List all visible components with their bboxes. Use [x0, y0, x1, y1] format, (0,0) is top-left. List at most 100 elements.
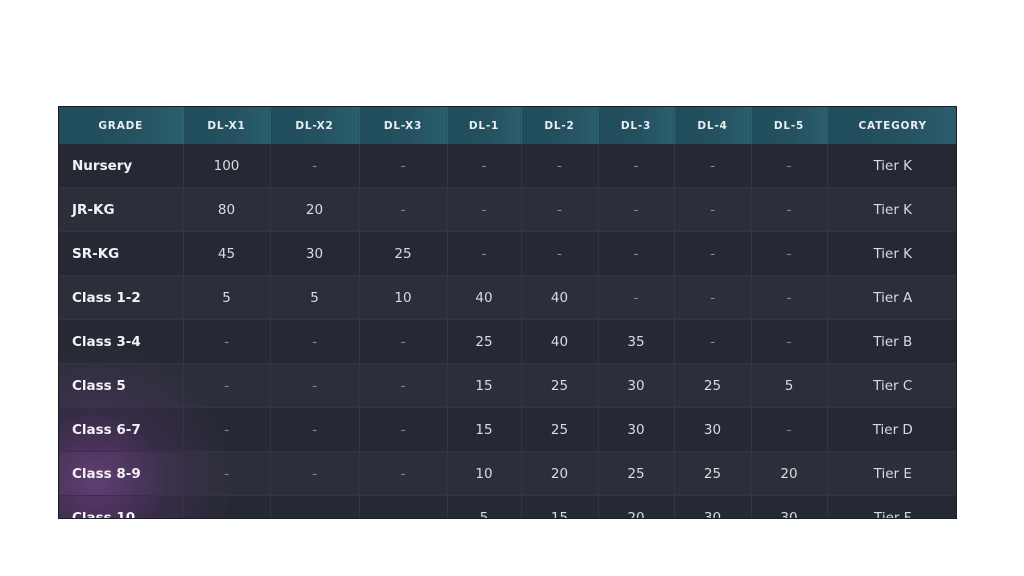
- value-cell: -: [270, 363, 360, 408]
- value-cell: -: [359, 144, 448, 188]
- value-cell: -: [359, 451, 448, 496]
- value-cell: 30: [751, 495, 828, 518]
- value-cell: 15: [447, 363, 522, 408]
- header-cell: DL-X1: [183, 107, 271, 144]
- value-cell: -: [183, 407, 271, 452]
- header-cell: DL-5: [751, 107, 828, 144]
- value-cell: -: [183, 495, 271, 518]
- value-cell: 40: [447, 275, 522, 320]
- value-cell: 80: [183, 187, 271, 232]
- value-cell: -: [598, 187, 675, 232]
- value-cell: 15: [521, 495, 599, 518]
- header-cell: DL-3: [598, 107, 675, 144]
- value-cell: 35: [598, 319, 675, 364]
- category-cell: Tier B: [827, 319, 956, 364]
- header-cell: DL-1: [447, 107, 522, 144]
- value-cell: -: [270, 144, 360, 188]
- value-cell: -: [751, 144, 828, 188]
- value-cell: 40: [521, 319, 599, 364]
- value-cell: -: [359, 495, 448, 518]
- value-cell: 25: [674, 363, 752, 408]
- value-cell: 20: [521, 451, 599, 496]
- grade-distribution-table: GRADE DL-X1 DL-X2 DL-X3 DL-1 DL-2 DL-3 D…: [58, 106, 957, 519]
- value-cell: 45: [183, 231, 271, 276]
- value-cell: 15: [447, 407, 522, 452]
- grade-cell: Class 6-7: [59, 407, 184, 452]
- table-row: Class 10- - -5 15 20 30 30 Tier F: [59, 495, 956, 518]
- value-cell: 25: [359, 231, 448, 276]
- value-cell: 30: [270, 231, 360, 276]
- value-cell: -: [183, 319, 271, 364]
- value-cell: -: [447, 144, 522, 188]
- value-cell: -: [674, 231, 752, 276]
- value-cell: -: [521, 231, 599, 276]
- value-cell: -: [751, 187, 828, 232]
- value-cell: 10: [447, 451, 522, 496]
- value-cell: 20: [270, 187, 360, 232]
- header-cell: DL-4: [674, 107, 752, 144]
- value-cell: -: [270, 495, 360, 518]
- value-cell: -: [674, 319, 752, 364]
- value-cell: -: [598, 144, 675, 188]
- table-row: Class 1-2 5 5 10 40 40- - - Tier A: [59, 275, 956, 320]
- value-cell: 10: [359, 275, 448, 320]
- value-cell: 20: [598, 495, 675, 518]
- value-cell: -: [447, 187, 522, 232]
- category-cell: Tier K: [827, 231, 956, 276]
- grade-cell: Class 10: [59, 495, 184, 518]
- value-cell: -: [598, 275, 675, 320]
- value-cell: 25: [521, 363, 599, 408]
- value-cell: 20: [751, 451, 828, 496]
- value-cell: 25: [598, 451, 675, 496]
- value-cell: -: [270, 451, 360, 496]
- table-header-row: GRADE DL-X1 DL-X2 DL-X3 DL-1 DL-2 DL-3 D…: [59, 107, 956, 144]
- grade-cell: Class 8-9: [59, 451, 184, 496]
- value-cell: -: [674, 144, 752, 188]
- header-cell: DL-2: [521, 107, 599, 144]
- value-cell: -: [359, 187, 448, 232]
- grade-cell: Class 1-2: [59, 275, 184, 320]
- value-cell: 5: [751, 363, 828, 408]
- category-cell: Tier K: [827, 144, 956, 188]
- table-row: Class 5- - -15 25 30 25 5 Tier C: [59, 363, 956, 408]
- grade-cell: JR-KG: [59, 187, 184, 232]
- table-row: SR-KG 45 30 25- - - - - Tier K: [59, 231, 956, 276]
- value-cell: -: [598, 231, 675, 276]
- value-cell: -: [270, 319, 360, 364]
- grade-cell: Class 5: [59, 363, 184, 408]
- value-cell: 30: [674, 407, 752, 452]
- header-cell: GRADE: [59, 107, 184, 144]
- table-row: JR-KG 80 20- - - - - - Tier K: [59, 187, 956, 232]
- category-cell: Tier C: [827, 363, 956, 408]
- value-cell: -: [359, 363, 448, 408]
- value-cell: -: [359, 319, 448, 364]
- grade-cell: Nursery: [59, 144, 184, 188]
- value-cell: -: [751, 231, 828, 276]
- value-cell: 25: [674, 451, 752, 496]
- category-cell: Tier E: [827, 451, 956, 496]
- value-cell: -: [359, 407, 448, 452]
- value-cell: -: [183, 363, 271, 408]
- table-row: Class 8-9- - -10 20 25 25 20 Tier E: [59, 451, 956, 496]
- category-cell: Tier K: [827, 187, 956, 232]
- header-cell: DL-X2: [270, 107, 360, 144]
- value-cell: 5: [183, 275, 271, 320]
- value-cell: 25: [447, 319, 522, 364]
- value-cell: -: [521, 187, 599, 232]
- value-cell: 25: [521, 407, 599, 452]
- category-cell: Tier D: [827, 407, 956, 452]
- value-cell: 100: [183, 144, 271, 188]
- value-cell: -: [183, 451, 271, 496]
- table-row: Class 3-4- - -25 40 35- - Tier B: [59, 319, 956, 364]
- value-cell: -: [270, 407, 360, 452]
- grade-cell: Class 3-4: [59, 319, 184, 364]
- value-cell: 30: [598, 407, 675, 452]
- table-row: Class 6-7- - -15 25 30 30- Tier D: [59, 407, 956, 452]
- value-cell: -: [751, 275, 828, 320]
- header-cell: CATEGORY: [827, 107, 956, 144]
- data-table: GRADE DL-X1 DL-X2 DL-X3 DL-1 DL-2 DL-3 D…: [59, 107, 956, 518]
- value-cell: 30: [598, 363, 675, 408]
- value-cell: 5: [447, 495, 522, 518]
- value-cell: 5: [270, 275, 360, 320]
- value-cell: -: [674, 275, 752, 320]
